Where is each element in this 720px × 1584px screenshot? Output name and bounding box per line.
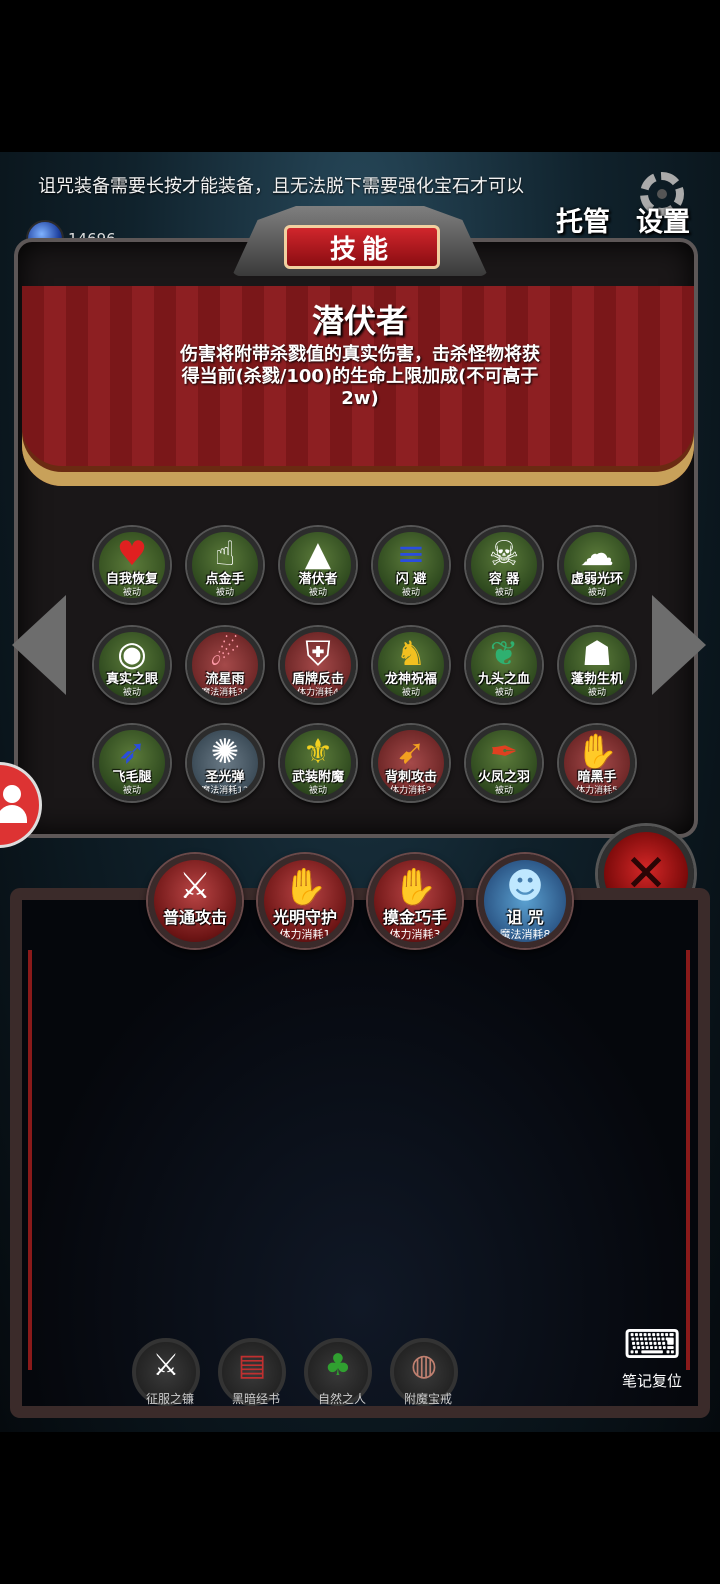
skill-slot[interactable]: ☄ 流星雨 魔法消耗30 [187,627,263,703]
battle-skill-treasure-hand[interactable]: ✋ 摸金巧手 体力消耗3 [368,854,462,948]
skill-slot[interactable]: ✒ 火凤之羽 被动 [466,725,542,801]
prev-page-arrow-icon[interactable] [12,595,66,695]
equipped-item[interactable]: ▤ 黑暗经书 [218,1338,286,1406]
bottom-black-bar [0,1432,720,1584]
light-hand-icon: ✋ [282,867,328,908]
equipped-item[interactable]: ⚔ 征服之镰 [132,1338,200,1406]
battle-skill-light-guard[interactable]: ✋ 光明守护 体力消耗1 [258,854,352,948]
skill-slot[interactable]: ⚜ 武装附魔 被动 [280,725,356,801]
selected-skill-name: 潜伏者 [311,302,408,340]
skill-slot[interactable]: ➶ 飞毛腿 被动 [94,725,170,801]
note-reset-button[interactable]: ⌨ 笔记复位 [620,1322,684,1390]
sword-icon: ⚔ [178,866,212,907]
ring-icon: ◍ [410,1348,438,1383]
skill-slot[interactable]: ✋ 暗黑手 体力消耗5 [559,725,635,801]
battle-skill-curse[interactable]: ☻ 诅 咒 魔法消耗8 [478,854,572,948]
equipped-item[interactable]: ◍ 附魔宝戒 [390,1338,458,1406]
selected-skill-description: 伤害将附带杀戮值的真实伤害，击杀怪物将获得当前(杀戮/100)的生命上限加成(不… [180,344,540,409]
battle-log-frame [28,950,690,1370]
skill-slot[interactable]: ✺ 圣光弹 魔法消耗12 [187,725,263,801]
battle-skill-normal-attack[interactable]: ⚔ 普通攻击 [148,854,242,948]
skill-slot[interactable]: ▲ 潜伏者 被动 [280,527,356,603]
skill-slot[interactable]: ➹ 背刺攻击 体力消耗3 [373,725,449,801]
skill-slot[interactable]: ⛨ 盾牌反击 体力消耗4 [280,627,356,703]
skill-slot[interactable]: ♞ 龙神祝福 被动 [373,627,449,703]
skill-slot[interactable]: ♥ 自我恢复 被动 [94,527,170,603]
skill-slot[interactable]: ≡ 闪 避 被动 [373,527,449,603]
scythe-icon: ⚔ [152,1348,180,1383]
settings-button[interactable]: 设置 [636,200,690,239]
curse-mask-icon: ☻ [506,866,544,907]
skill-slot[interactable]: ☠ 容 器 被动 [466,527,542,603]
grab-hand-icon: ✋ [392,867,438,908]
equipped-item[interactable]: ♣ 自然之人 [304,1338,372,1406]
skill-slot[interactable]: ☗ 蓬勃生机 被动 [559,627,635,703]
top-black-bar [0,0,720,152]
notebook-icon: ⌨ [623,1322,681,1368]
skill-slot[interactable]: ☝ 点金手 被动 [187,527,263,603]
skill-slot[interactable]: ☁ 虚弱光环 被动 [559,527,635,603]
auto-play-button[interactable]: 托管 [556,200,610,239]
next-page-arrow-icon[interactable] [652,595,706,695]
book-icon: ▤ [237,1348,267,1383]
skill-slot[interactable]: ❦ 九头之血 被动 [466,627,542,703]
skill-slot[interactable]: ◉ 真实之眼 被动 [94,627,170,703]
panel-title: 技能 [284,225,440,269]
nature-man-icon: ♣ [324,1348,352,1383]
scrolling-notice: 诅咒装备需要长按才能装备，且无法脱下需要强化宝石才可以 [38,176,524,197]
